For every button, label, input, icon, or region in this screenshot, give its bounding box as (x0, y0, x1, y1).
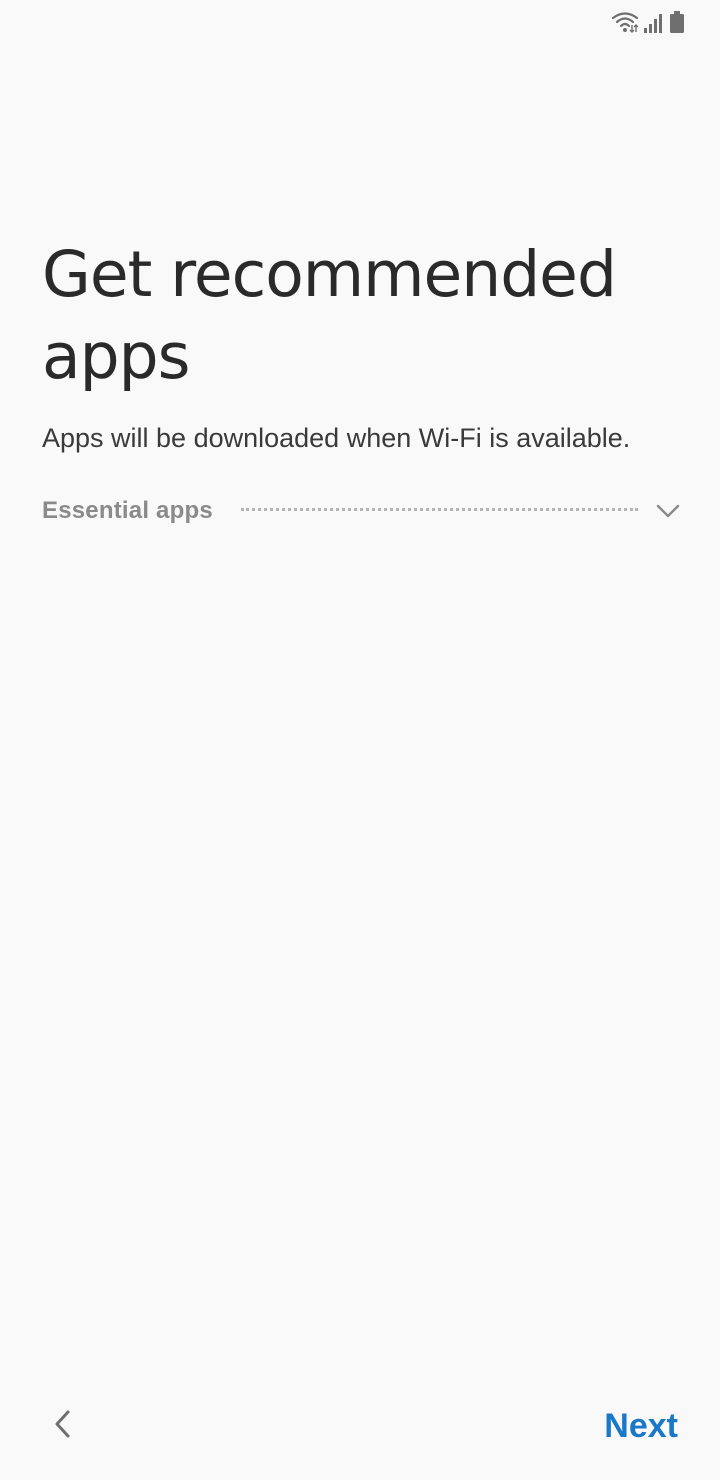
wifi-icon (612, 11, 638, 33)
category-essential-apps[interactable]: Essential apps (42, 490, 682, 532)
page-title: Get recommended apps (42, 238, 617, 393)
battery-icon (670, 11, 684, 33)
signal-icon (644, 13, 664, 33)
chevron-down-icon[interactable] (654, 497, 682, 525)
back-button[interactable] (40, 1402, 84, 1450)
next-button[interactable]: Next (604, 1402, 678, 1450)
page-subtitle: Apps will be downloaded when Wi-Fi is av… (42, 423, 631, 453)
status-bar (0, 0, 720, 42)
status-icons (612, 9, 684, 33)
category-label: Essential apps (42, 497, 213, 524)
chevron-left-icon (52, 1409, 72, 1444)
category-divider (240, 507, 638, 511)
